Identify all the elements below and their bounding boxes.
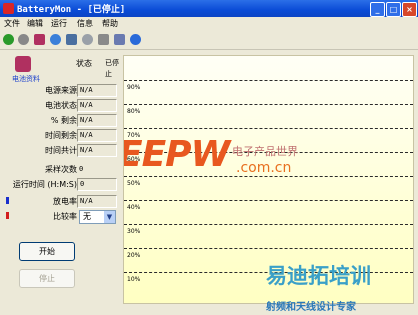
- settings-icon[interactable]: [114, 34, 125, 45]
- help-icon[interactable]: [130, 34, 141, 45]
- power-source-label: 电源来源: [45, 86, 77, 95]
- run-time-label: 运行时间 (H:M:S): [12, 180, 77, 189]
- gridline-label-40: 40%: [127, 204, 141, 211]
- menu-help[interactable]: 帮助: [102, 18, 118, 29]
- discharge-rate-label: 放电率: [53, 197, 77, 206]
- gridline-label-80: 80%: [127, 108, 141, 115]
- menu-bar: 文件 编辑 运行 信息 帮助: [0, 17, 418, 31]
- minimize-button[interactable]: _: [370, 2, 385, 17]
- batterymon-app-icon: [3, 3, 14, 14]
- sample-count-value: 0: [79, 165, 84, 173]
- brand-watermark: 易迪拓培训: [266, 264, 371, 288]
- stop-icon[interactable]: [18, 34, 29, 45]
- compare-rate-selected: 无: [83, 212, 91, 221]
- status-label: 状态: [76, 59, 92, 68]
- menu-edit[interactable]: 编辑: [27, 18, 43, 29]
- toolbar: [0, 31, 418, 50]
- gridline-label-20: 20%: [127, 252, 141, 259]
- status-value: 已停止: [105, 59, 119, 78]
- title-bar[interactable]: BatteryMon - [已停止] _ □ ×: [0, 0, 418, 17]
- gridline-30: [124, 224, 413, 225]
- info-icon[interactable]: [50, 34, 61, 45]
- time-total-label: 时间共计: [45, 146, 77, 155]
- menu-info[interactable]: 信息: [77, 18, 93, 29]
- gridline-label-30: 30%: [127, 228, 141, 235]
- gridline-80: [124, 104, 413, 105]
- run-time-value: 0: [77, 178, 117, 191]
- gridline-20: [124, 248, 413, 249]
- compare-rate-label: 比较率: [53, 212, 77, 221]
- gridline-70: [124, 128, 413, 129]
- stop-button[interactable]: 停止: [19, 269, 75, 288]
- rate-color-marker: [6, 197, 9, 204]
- battery-state-value: N/A: [77, 99, 117, 112]
- gridline-40: [124, 200, 413, 201]
- time-remaining-value: N/A: [77, 129, 117, 142]
- gridline-label-10: 10%: [127, 276, 141, 283]
- eepw-cn-watermark: 电子产品世界: [232, 145, 298, 158]
- document-icon[interactable]: [66, 34, 77, 45]
- sample-count-label: 采样次数: [45, 165, 77, 174]
- eepw-watermark: EEPW: [123, 134, 230, 175]
- time-total-value: N/A: [77, 144, 117, 157]
- percent-remaining-label: % 剩余: [50, 116, 77, 125]
- percent-remaining-value: N/A: [77, 114, 117, 127]
- battery-info-link[interactable]: 电池资料: [12, 74, 40, 84]
- close-button[interactable]: ×: [402, 2, 417, 17]
- gridline-label-50: 50%: [127, 180, 141, 187]
- battery-info-icon[interactable]: [15, 56, 31, 72]
- cloud-icon[interactable]: [82, 34, 93, 45]
- battery-state-label: 电池状态: [45, 101, 77, 110]
- gridline-90: [124, 80, 413, 81]
- time-remaining-label: 时间剩余: [45, 131, 77, 140]
- start-icon[interactable]: [3, 34, 14, 45]
- menu-run[interactable]: 运行: [51, 18, 67, 29]
- power-source-value: N/A: [77, 84, 117, 97]
- tools-icon[interactable]: [98, 34, 109, 45]
- chevron-down-icon[interactable]: ▼: [104, 211, 115, 223]
- left-panel: 电池资料 状态 已停止 电源来源 N/A 电池状态 N/A % 剩余 N/A 时…: [0, 50, 123, 315]
- menu-file[interactable]: 文件: [4, 18, 20, 29]
- compare-rate-select[interactable]: 无 ▼: [79, 210, 116, 224]
- start-button[interactable]: 开始: [19, 242, 75, 261]
- discharge-rate-value: N/A: [77, 195, 117, 208]
- battery-chart: 90% 80% 70% 60% 50% 40% 30% 20% 10% EEPW…: [123, 55, 414, 304]
- gridline-label-90: 90%: [127, 84, 141, 91]
- maximize-button[interactable]: □: [386, 2, 401, 17]
- eepw-url-watermark: .com.cn: [236, 160, 292, 176]
- window-title: BatteryMon - [已停止]: [17, 5, 126, 15]
- battery-icon[interactable]: [34, 34, 45, 45]
- compare-color-marker: [6, 212, 9, 219]
- tagline-watermark: 射频和天线设计专家: [266, 302, 356, 313]
- gridline-50: [124, 176, 413, 177]
